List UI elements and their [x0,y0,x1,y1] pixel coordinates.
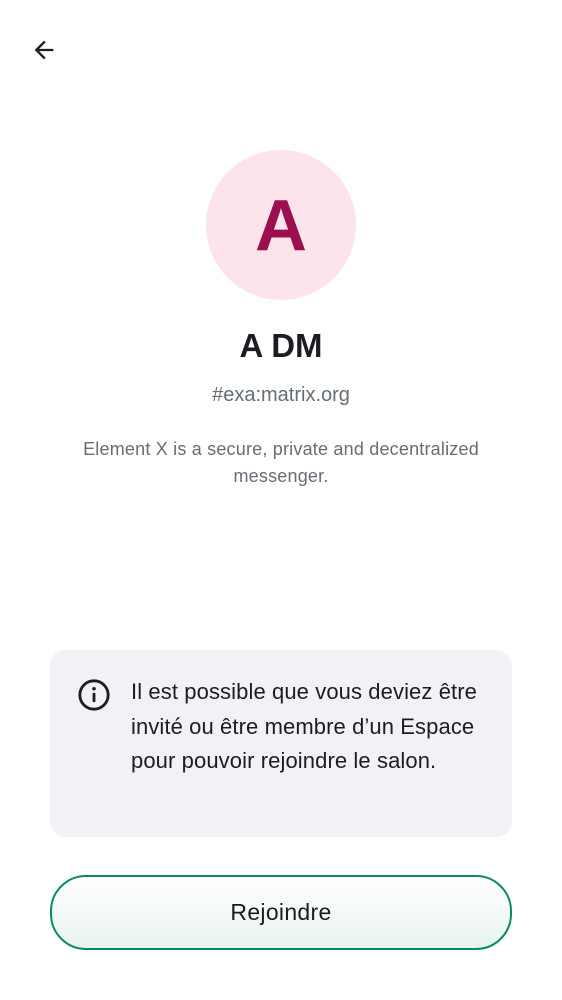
avatar-initial: A [255,186,307,266]
join-button-label: Rejoindre [230,899,332,925]
room-avatar: A [206,150,356,300]
back-button[interactable] [22,28,66,72]
join-notice: Il est possible que vous deviez être inv… [50,650,512,837]
arrow-left-icon [34,40,54,60]
info-icon [78,679,110,711]
join-button[interactable]: Rejoindre [50,875,512,950]
notice-text: Il est possible que vous deviez être inv… [131,679,478,773]
room-topic: Element X is a secure, private and decen… [83,439,479,486]
room-alias: #exa:matrix.org [212,384,350,406]
room-name: A DM [239,327,323,364]
